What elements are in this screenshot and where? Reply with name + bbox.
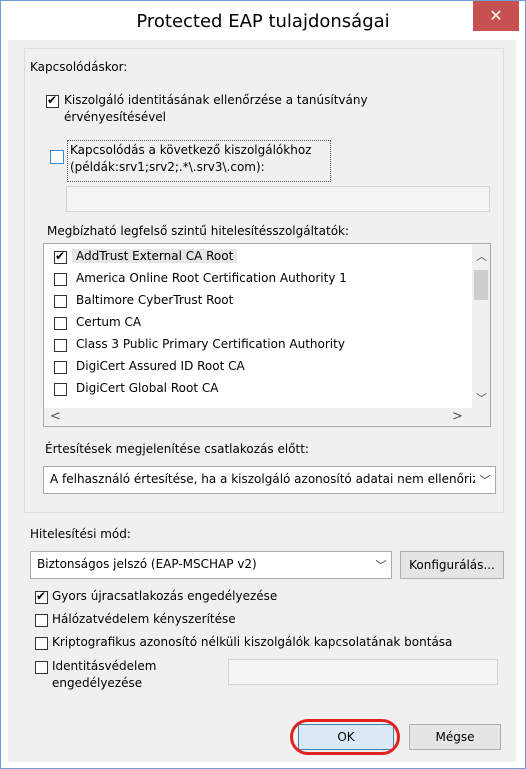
connect-servers-checkbox[interactable] xyxy=(50,150,64,164)
identity-privacy-label-2: engedélyezése xyxy=(52,676,143,690)
fast-reconnect-label: Gyors újracsatlakozás engedélyezése xyxy=(52,589,278,603)
ca-label: DigiCert Global Root CA xyxy=(76,381,219,395)
close-button[interactable]: ✕ xyxy=(473,1,519,31)
ca-list-item[interactable]: DigiCert Assured ID Root CA xyxy=(50,356,465,378)
ca-checkbox[interactable] xyxy=(54,295,67,308)
disconnect-checkbox[interactable] xyxy=(35,637,48,650)
notifications-label: Értesítések megjelenítése csatlakozás el… xyxy=(45,442,309,456)
ca-checkbox[interactable] xyxy=(54,383,67,396)
auth-method-value: Biztonságos jelszó (EAP-MSCHAP v2) xyxy=(37,557,257,571)
connect-servers-label-1: Kapcsolódás a következő kiszolgálókhoz xyxy=(70,143,312,157)
scrollbar-corner xyxy=(472,408,490,426)
servers-input[interactable] xyxy=(66,186,490,212)
ca-list-item[interactable]: Certum CA xyxy=(50,312,465,334)
identity-privacy-label-1: Identitásvédelem xyxy=(52,659,157,673)
vertical-scroll-thumb[interactable] xyxy=(474,270,488,300)
ca-checkbox[interactable] xyxy=(54,249,67,264)
verify-server-label-1: Kiszolgáló identitásának ellenőrzése a t… xyxy=(64,93,368,107)
nap-checkbox[interactable] xyxy=(35,614,48,627)
ca-list-item[interactable]: America Online Root Certification Author… xyxy=(50,268,465,290)
ca-list-item[interactable]: AddTrust External CA Root xyxy=(50,246,465,268)
trusted-ca-list[interactable]: AddTrust External CA Root America Online… xyxy=(43,243,491,427)
fast-reconnect-checkbox[interactable] xyxy=(35,589,48,604)
ca-list-item[interactable]: Baltimore CyberTrust Root xyxy=(50,290,465,312)
chevron-down-icon: ﹀ xyxy=(371,552,391,578)
ca-checkbox[interactable] xyxy=(54,273,67,286)
configure-button[interactable]: Konfigurálás... xyxy=(400,551,504,579)
auth-method-label: Hitelesítési mód: xyxy=(30,527,131,541)
ca-checkbox[interactable] xyxy=(54,361,67,374)
identity-input[interactable] xyxy=(228,659,498,685)
ca-list-item[interactable]: DigiCert Global Root CA xyxy=(50,378,465,400)
window-title: Protected EAP tulajdonságai xyxy=(136,11,390,32)
connect-servers-label-2: (példák:srv1;srv2;.*\.srv3\.com): xyxy=(70,160,265,174)
nap-label: Hálózatvédelem kényszerítése xyxy=(52,612,236,626)
title-bar: Protected EAP tulajdonságai ✕ xyxy=(1,1,525,41)
scroll-up-icon[interactable]: ︿ xyxy=(476,248,487,264)
disconnect-label: Kriptografikus azonosító nélküli kiszolg… xyxy=(52,635,453,649)
notifications-value: A felhasználó értesítése, ha a kiszolgál… xyxy=(50,472,496,486)
ca-label: Certum CA xyxy=(76,315,142,329)
ok-highlight-annotation xyxy=(290,719,400,755)
ca-label: America Online Root Certification Author… xyxy=(76,271,347,285)
scroll-right-icon[interactable]: > xyxy=(452,409,463,424)
connecting-group-label: Kapcsolódáskor: xyxy=(30,60,128,74)
trusted-ca-label: Megbízható legfelső szintű hitelesítéssz… xyxy=(47,224,350,238)
chevron-down-icon: ﹀ xyxy=(475,467,495,493)
ca-label: AddTrust External CA Root xyxy=(72,249,238,263)
identity-privacy-checkbox[interactable] xyxy=(35,661,48,674)
auth-method-select[interactable]: Biztonságos jelszó (EAP-MSCHAP v2) ﹀ xyxy=(30,551,392,579)
ca-label: Class 3 Public Primary Certification Aut… xyxy=(76,337,345,351)
horizontal-scrollbar[interactable]: < > xyxy=(44,408,472,426)
ca-label: DigiCert Assured ID Root CA xyxy=(76,359,245,373)
ca-checkbox[interactable] xyxy=(54,317,67,330)
cancel-button[interactable]: Mégse xyxy=(409,724,501,750)
ca-checkbox[interactable] xyxy=(54,339,67,352)
verify-server-label-2: érvényesítésével xyxy=(64,110,167,124)
vertical-scrollbar[interactable]: ︿ ﹀ xyxy=(472,244,490,408)
scroll-down-icon[interactable]: ﹀ xyxy=(476,390,487,406)
notifications-select[interactable]: A felhasználó értesítése, ha a kiszolgál… xyxy=(43,466,496,494)
ca-label: Baltimore CyberTrust Root xyxy=(76,293,234,307)
scroll-left-icon[interactable]: < xyxy=(50,409,61,424)
verify-server-checkbox[interactable] xyxy=(46,93,59,108)
ca-list-item[interactable]: Class 3 Public Primary Certification Aut… xyxy=(50,334,465,356)
